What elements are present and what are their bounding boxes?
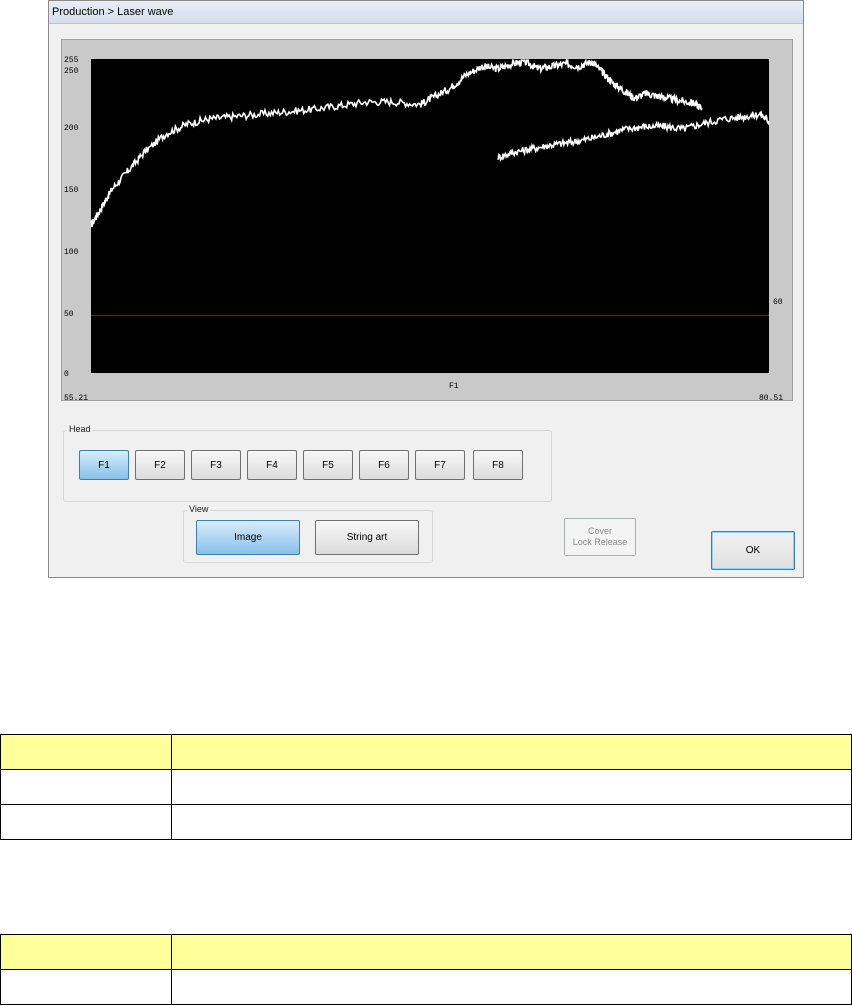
y-tick-label: 100 (64, 248, 79, 257)
y-tick-label: 50 (64, 310, 74, 319)
ok-button[interactable]: OK (711, 531, 795, 570)
document-table-1 (0, 734, 852, 840)
y-tick-label: 150 (64, 186, 79, 195)
head-group-label: Head (67, 424, 93, 434)
table-header-row (0, 734, 852, 770)
y-tick-label: 200 (64, 124, 79, 133)
table-row (0, 769, 852, 805)
head-button-f2[interactable]: F2 (135, 450, 185, 480)
y-tick-label: 255 (64, 56, 79, 65)
laser-wave-plot-panel: 255 250 200 150 100 50 0 55.21 80.51 F1 … (61, 39, 793, 402)
laser-wave-chart: 255 250 200 150 100 50 0 55.21 80.51 F1 … (64, 56, 783, 402)
laser-wave-window: Production > Laser wave 255 250 200 150 … (48, 0, 804, 578)
view-group-label: View (187, 504, 211, 514)
plot-area (91, 59, 769, 373)
x-start-label: 55.21 (64, 394, 88, 402)
table-row (0, 969, 852, 1005)
head-button-f1[interactable]: F1 (79, 450, 129, 480)
head-button-f6[interactable]: F6 (359, 450, 409, 480)
view-image-button[interactable]: Image (196, 520, 300, 555)
view-string-art-button[interactable]: String art (315, 520, 419, 555)
head-button-f4[interactable]: F4 (247, 450, 297, 480)
x-end-label: 80.51 (759, 394, 783, 402)
y-tick-label: 250 (64, 67, 79, 76)
document-table-2 (0, 934, 852, 1005)
head-button-f8[interactable]: F8 (473, 450, 523, 480)
cover-lock-release-line1: Cover (587, 526, 612, 536)
table-header-row (0, 934, 852, 970)
table-row (0, 804, 852, 840)
cover-lock-release-button[interactable]: Cover Lock Release (564, 518, 636, 556)
y-tick-label: 0 (64, 370, 69, 379)
cover-lock-release-line2: Lock Release (572, 537, 628, 547)
head-button-f5[interactable]: F5 (303, 450, 353, 480)
channel-label: F1 (449, 382, 459, 391)
head-button-f7[interactable]: F7 (415, 450, 465, 480)
head-button-f3[interactable]: F3 (191, 450, 241, 480)
threshold-value-label: 60 (773, 298, 783, 307)
window-title: Production > Laser wave (49, 1, 803, 24)
